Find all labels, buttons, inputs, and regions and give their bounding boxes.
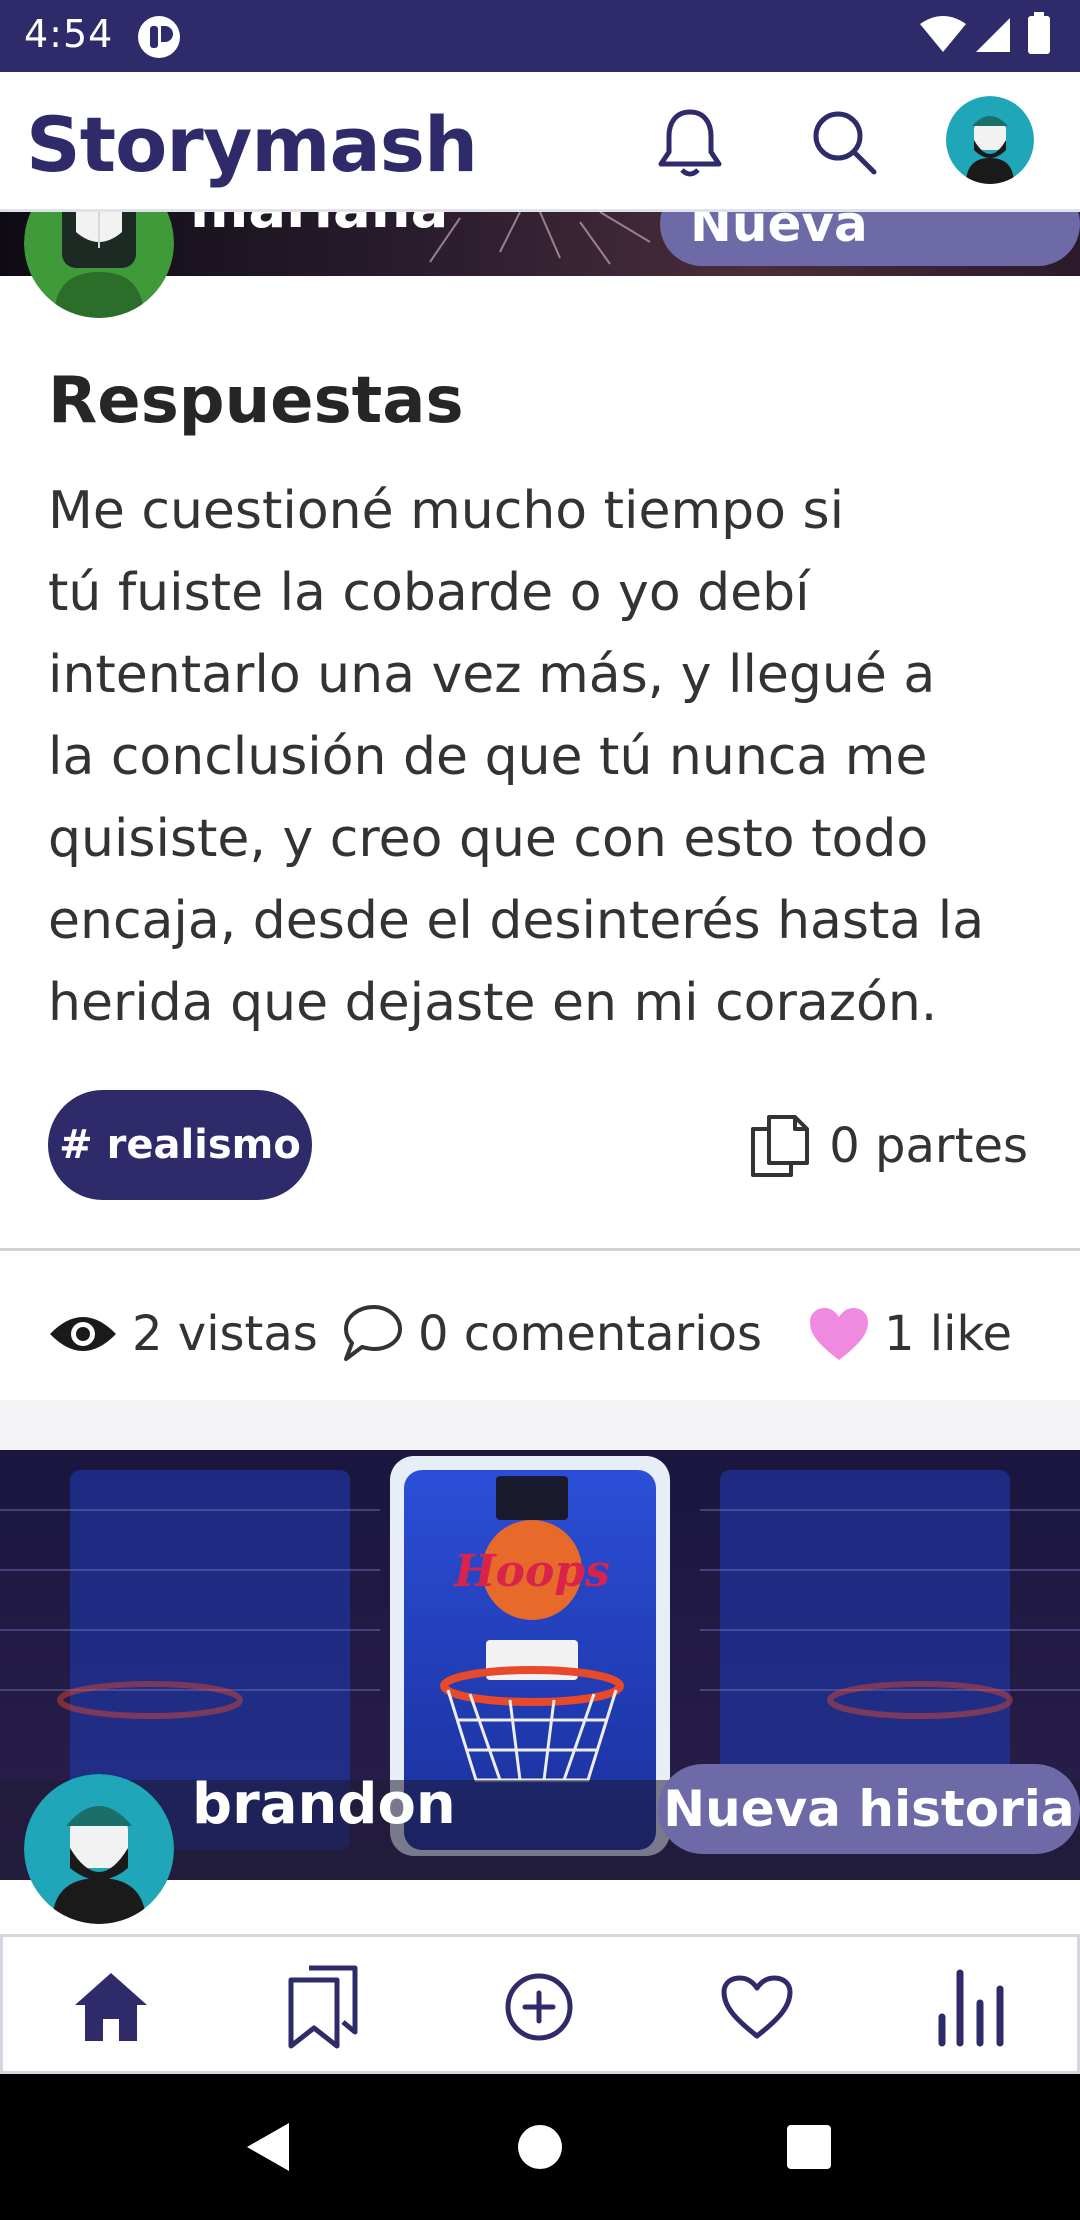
story-excerpt-line: encaja, desde el desinterés hasta la	[48, 891, 985, 951]
bottom-navigation	[0, 1934, 1080, 2074]
new-story-badge[interactable]: Nueva historia	[658, 1764, 1080, 1854]
views-label: 2 vistas	[132, 1306, 318, 1362]
story-excerpt-line: tú fuiste la cobarde o yo debí	[48, 563, 810, 623]
banner-hoops-logo: Hoops	[452, 1546, 610, 1597]
heart-icon[interactable]	[707, 1959, 807, 2055]
signal-icon	[976, 18, 1010, 52]
story-excerpt-line: herida que dejaste en mi corazón.	[48, 973, 938, 1033]
comment-icon	[344, 1305, 402, 1361]
card-separator	[0, 1400, 1080, 1450]
bookmarks-icon[interactable]	[273, 1959, 373, 2055]
likes-label: 1 like	[884, 1306, 1013, 1362]
status-indicators	[920, 12, 1050, 54]
add-story-icon[interactable]	[489, 1959, 589, 2055]
app-title[interactable]: Storymash	[26, 100, 478, 189]
heart-filled-icon[interactable]	[808, 1306, 870, 1362]
story-excerpt-line: intentarlo una vez más, y llegué a	[48, 645, 936, 705]
home-icon[interactable]	[61, 1959, 161, 2055]
app-notification-icon	[138, 16, 180, 58]
story-excerpt[interactable]: Me cuestioné mucho tiempo si tú fuiste l…	[48, 470, 1038, 1044]
story-title[interactable]: Respuestas	[48, 364, 464, 438]
home-button-icon[interactable]	[507, 2114, 573, 2180]
story-stats: 2 vistas 0 comentarios 1 like	[48, 1294, 1048, 1374]
story-excerpt-line: Me cuestioné mucho tiempo si	[48, 481, 845, 541]
search-icon[interactable]	[802, 100, 886, 184]
battery-icon	[1028, 16, 1050, 54]
new-story-badge[interactable]: Nueva historia	[660, 212, 1080, 266]
author-name[interactable]: brandon	[192, 1772, 456, 1837]
stats-icon[interactable]	[921, 1959, 1021, 2055]
back-icon[interactable]	[234, 2114, 300, 2180]
author-avatar[interactable]	[24, 1774, 174, 1924]
story-excerpt-line: quisiste, y creo que con esto todo	[48, 809, 929, 869]
status-time: 4:54	[24, 12, 114, 56]
views-stat: 2 vistas	[48, 1294, 318, 1374]
wifi-icon	[920, 16, 966, 52]
comments-label: 0 comentarios	[418, 1306, 762, 1362]
parts-count: 0 partes	[749, 1110, 1028, 1182]
profile-avatar[interactable]	[946, 96, 1034, 184]
story-excerpt-line: la conclusión de que tú nunca me	[48, 727, 928, 787]
comments-stat[interactable]: 0 comentarios	[340, 1294, 762, 1374]
divider	[0, 1248, 1080, 1251]
status-bar: 4:54	[0, 0, 1080, 72]
bell-icon[interactable]	[648, 100, 732, 184]
parts-label: 0 partes	[829, 1118, 1028, 1174]
app-header: Storymash	[0, 72, 1080, 212]
likes-stat[interactable]: 1 like	[808, 1294, 1012, 1374]
eye-icon	[50, 1317, 116, 1351]
recents-icon[interactable]	[776, 2114, 842, 2180]
author-name[interactable]: mariana	[190, 212, 448, 241]
system-navigation-bar	[0, 2074, 1080, 2220]
genre-tag[interactable]: # realismo	[48, 1090, 312, 1200]
parts-icon	[751, 1115, 810, 1177]
